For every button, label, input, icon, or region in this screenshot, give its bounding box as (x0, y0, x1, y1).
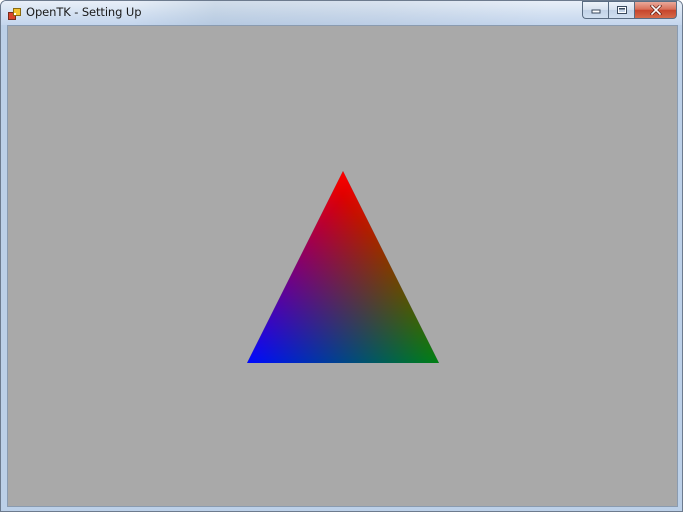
close-button[interactable] (634, 1, 677, 19)
caption-buttons (582, 1, 677, 19)
window-title: OpenTK - Setting Up (26, 5, 142, 19)
app-icon[interactable] (8, 6, 22, 20)
rgb-triangle (247, 171, 439, 363)
maximize-icon (616, 5, 628, 15)
minimize-icon (591, 6, 601, 14)
title-bar-glass (131, 1, 551, 25)
minimize-button[interactable] (582, 1, 608, 19)
title-bar[interactable]: OpenTK - Setting Up (1, 1, 682, 25)
app-window: OpenTK - Setting Up (0, 0, 683, 512)
gl-viewport[interactable] (7, 25, 678, 507)
maximize-button[interactable] (608, 1, 634, 19)
render-canvas (247, 171, 439, 363)
close-icon (649, 5, 662, 15)
